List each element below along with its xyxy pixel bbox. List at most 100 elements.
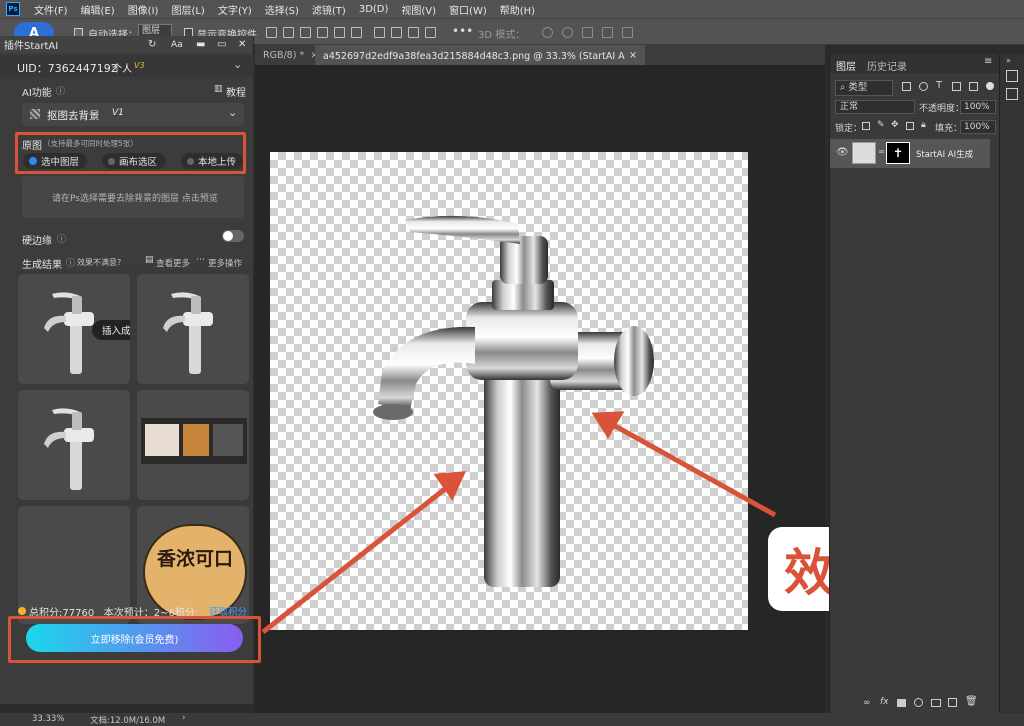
3d-orbit-icon[interactable] <box>542 27 553 38</box>
results-title: 生成结果 <box>22 260 62 271</box>
chevron-down-icon[interactable]: ⌄ <box>233 58 242 71</box>
auto-select-value: 图层 <box>142 26 161 36</box>
align-hcenter-icon[interactable] <box>283 27 294 38</box>
result-thumb-2[interactable] <box>137 274 249 384</box>
filter-type-icon[interactable]: T <box>936 80 942 91</box>
expand-icon[interactable]: ▭ <box>217 39 226 50</box>
menu-3d[interactable]: 3D(D) <box>359 4 389 15</box>
minimize-icon[interactable]: ▬ <box>196 39 205 50</box>
new-layer-icon[interactable] <box>948 698 957 707</box>
3d-pan-icon[interactable] <box>582 27 593 38</box>
menu-help[interactable]: 帮助(H) <box>500 2 535 17</box>
more-actions-link[interactable]: 更多操作 <box>208 257 242 269</box>
doc-info: 文档:12.0M/16.0M <box>90 716 166 726</box>
tab-layers[interactable]: 图层 <box>836 58 856 73</box>
book-icon[interactable]: ▥ <box>214 84 223 94</box>
hard-edge-toggle[interactable] <box>222 230 244 242</box>
menu-edit[interactable]: 编辑(E) <box>81 2 115 17</box>
distribute-3-icon[interactable] <box>408 27 419 38</box>
align-vcenter-icon[interactable] <box>334 27 345 38</box>
lock-all-icon[interactable]: 🔒︎ <box>921 120 926 130</box>
chevron-down-icon: ⌄ <box>228 106 238 119</box>
3d-slide-icon[interactable] <box>602 27 613 38</box>
link-icon[interactable]: ∞ <box>863 698 871 708</box>
distribute-1-icon[interactable] <box>374 27 385 38</box>
filter-smart-icon[interactable] <box>969 82 978 91</box>
layer-mask-thumbnail: ✝ <box>886 142 910 164</box>
mode-3d-label: 3D 模式： <box>478 30 526 41</box>
menu-window[interactable]: 窗口(W) <box>449 2 487 17</box>
document-canvas[interactable] <box>270 152 748 630</box>
adjustment-icon[interactable] <box>914 698 923 707</box>
doc-tab-previous[interactable]: RGB/8) * × <box>255 45 318 65</box>
menu-file[interactable]: 文件(F) <box>34 2 68 17</box>
filter-pixel-icon[interactable] <box>902 82 911 91</box>
result-thumb-3[interactable] <box>18 390 130 500</box>
info-icon[interactable]: ⓘ <box>56 84 65 97</box>
chevron-right-icon[interactable]: › <box>182 713 185 723</box>
layers-footer: ∞ fx 🗑︎ <box>830 694 1000 714</box>
refresh-icon[interactable]: ↻ <box>148 39 156 50</box>
mask-icon[interactable] <box>897 699 906 707</box>
filter-toggle-icon[interactable] <box>986 82 994 90</box>
result-thumb-4[interactable] <box>137 390 249 500</box>
close-icon[interactable]: ✕ <box>238 39 246 50</box>
opacity-input[interactable]: 100% <box>960 100 996 114</box>
eye-icon[interactable]: 👁︎ <box>836 147 849 158</box>
function-icon <box>30 109 40 119</box>
align-right-icon[interactable] <box>300 27 311 38</box>
results-unsatisfied-link[interactable]: 效果不满意? <box>77 257 121 268</box>
collapse-icon[interactable]: » <box>1006 56 1011 65</box>
menu-image[interactable]: 图像(I) <box>128 2 159 17</box>
photoshop-logo-icon[interactable]: Ps <box>6 2 20 16</box>
menu-filter[interactable]: 滤镜(T) <box>312 2 346 17</box>
distribute-4-icon[interactable] <box>425 27 436 38</box>
view-more-link[interactable]: 查看更多 <box>156 257 190 269</box>
fx-icon[interactable]: fx <box>880 697 889 707</box>
status-bar: 33.33% 文档:12.0M/16.0M › <box>0 713 1024 726</box>
info-icon[interactable]: ⓘ <box>57 232 66 245</box>
align-left-icon[interactable] <box>266 27 277 38</box>
menu-view[interactable]: 视图(V) <box>401 2 436 17</box>
fill-input[interactable]: 100% <box>960 120 996 134</box>
blend-mode-value: 正常 <box>840 102 859 112</box>
layer-filter-dropdown[interactable]: ⌕ 类型 <box>835 80 893 96</box>
function-dropdown[interactable]: 抠图去背景 V1 ⌄ <box>22 103 244 126</box>
hard-edge-label: 硬边缘 <box>22 236 52 247</box>
lock-transparent-icon[interactable] <box>862 122 870 130</box>
preview-dropzone[interactable]: 请在Ps选择需要去除背景的图层 点击预览 <box>22 176 244 218</box>
doc-tab-active[interactable]: a452697d2edf9a38fea3d215884d48c3.png @ 3… <box>315 45 645 65</box>
plugin-title: 插件StartAI <box>4 41 59 52</box>
lock-move-icon[interactable]: ✥ <box>891 120 899 130</box>
blend-mode-dropdown[interactable]: 正常 <box>835 100 915 114</box>
close-icon[interactable]: × <box>629 50 637 61</box>
startai-plugin-panel: 插件StartAI ↻ Aa ▬ ▭ ✕ UID：7362447192 个人 V… <box>0 36 261 704</box>
more-options-button[interactable]: ••• <box>452 24 473 38</box>
distribute-2-icon[interactable] <box>391 27 402 38</box>
lock-paint-icon[interactable]: ✎ <box>877 120 885 130</box>
properties-dock-icon[interactable] <box>1006 88 1018 100</box>
font-size-icon[interactable]: Aa <box>171 40 183 50</box>
zoom-level[interactable]: 33.33% <box>32 714 64 724</box>
menu-layer[interactable]: 图层(L) <box>171 2 204 17</box>
filter-adjust-icon[interactable] <box>919 82 928 91</box>
layer-row[interactable]: 👁︎ ∞ ✝ StartAI AI生成 <box>830 139 990 168</box>
tab-history[interactable]: 历史记录 <box>867 58 907 73</box>
result-thumb-1[interactable]: 插入成功 <box>18 274 130 384</box>
uid-text: UID：7362447192 <box>17 62 118 75</box>
doc-tab-previous-label: RGB/8) * <box>263 49 305 61</box>
lock-artboard-icon[interactable] <box>906 122 914 130</box>
layers-dock-icon[interactable] <box>1006 70 1018 82</box>
tutorial-link[interactable]: 教程 <box>226 84 246 99</box>
3d-roll-icon[interactable] <box>562 27 573 38</box>
faucet-connector-cap <box>614 326 654 396</box>
align-bottom-icon[interactable] <box>351 27 362 38</box>
menu-select[interactable]: 选择(S) <box>265 2 299 17</box>
align-top-icon[interactable] <box>317 27 328 38</box>
filter-shape-icon[interactable] <box>952 82 961 91</box>
panel-menu-icon[interactable]: ≡ <box>984 56 992 67</box>
trash-icon[interactable]: 🗑︎ <box>965 696 978 707</box>
menu-type[interactable]: 文字(Y) <box>218 2 252 17</box>
group-icon[interactable] <box>931 699 941 707</box>
3d-scale-icon[interactable] <box>622 27 633 38</box>
